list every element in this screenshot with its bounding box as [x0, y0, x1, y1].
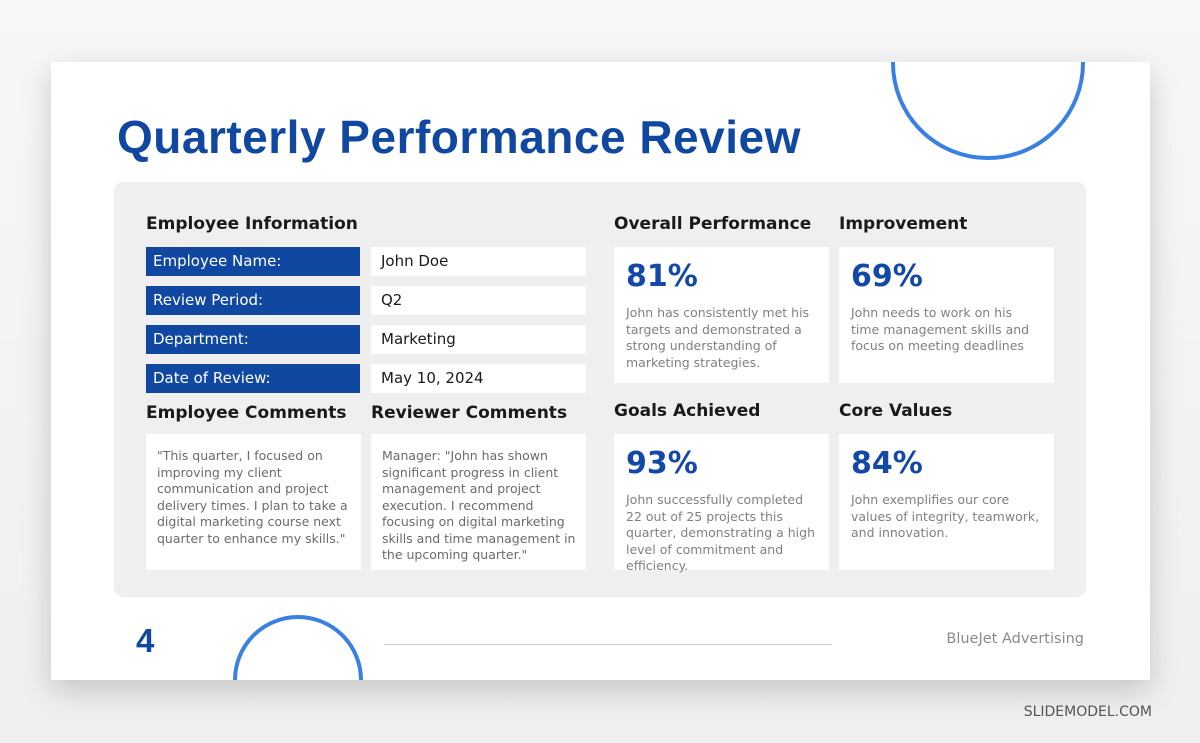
- improvement-card: 69% John needs to work on his time manag…: [839, 247, 1054, 383]
- review-date-label: Date of Review:: [146, 364, 360, 393]
- department-value: Marketing: [371, 325, 586, 354]
- slide: Quarterly Performance Review Employee In…: [51, 62, 1150, 680]
- content-panel: Employee Information Employee Name: John…: [114, 182, 1086, 597]
- decorative-circle-top: [891, 62, 1085, 160]
- decorative-circle-bottom: [233, 615, 363, 680]
- reviewer-comments-box: Manager: "John has shown significant pro…: [371, 434, 586, 570]
- employee-comments-text: "This quarter, I focused on improving my…: [157, 448, 348, 546]
- core-values-description: John exemplifies our core values of inte…: [851, 492, 1040, 540]
- core-values-value: 84%: [851, 446, 923, 481]
- department-label: Department:: [146, 325, 360, 354]
- slide-title: Quarterly Performance Review: [117, 111, 801, 163]
- review-date-value: May 10, 2024: [371, 364, 586, 393]
- review-period-label: Review Period:: [146, 286, 360, 315]
- overall-performance-card: 81% John has consistently met his target…: [614, 247, 829, 383]
- core-values-card: 84% John exemplifies our core values of …: [839, 434, 1054, 570]
- footer-divider: [384, 644, 832, 645]
- goals-achieved-value: 93%: [626, 446, 698, 481]
- core-values-heading: Core Values: [839, 401, 953, 421]
- goals-achieved-card: 93% John successfully completed 22 out o…: [614, 434, 829, 573]
- employee-comments-box: "This quarter, I focused on improving my…: [146, 434, 361, 570]
- overall-performance-description: John has consistently met his targets an…: [626, 305, 810, 370]
- review-period-value: Q2: [371, 286, 586, 315]
- improvement-description: John needs to work on his time managemen…: [851, 305, 1030, 353]
- goals-achieved-heading: Goals Achieved: [614, 401, 761, 421]
- employee-name-value: John Doe: [371, 247, 586, 276]
- improvement-heading: Improvement: [839, 214, 968, 234]
- overall-performance-heading: Overall Performance: [614, 214, 812, 234]
- company-name: BlueJet Advertising: [946, 631, 1084, 647]
- employee-name-label: Employee Name:: [146, 247, 360, 276]
- reviewer-comments-text: Manager: "John has shown significant pro…: [382, 448, 576, 562]
- employee-info-heading: Employee Information: [146, 214, 358, 234]
- improvement-value: 69%: [851, 259, 923, 294]
- goals-achieved-description: John successfully completed 22 out of 25…: [626, 492, 816, 573]
- watermark: SLIDEMODEL.COM: [1023, 704, 1152, 720]
- overall-performance-value: 81%: [626, 259, 698, 294]
- employee-comments-heading: Employee Comments: [146, 403, 347, 423]
- reviewer-comments-heading: Reviewer Comments: [371, 403, 568, 423]
- page-number: 4: [136, 622, 155, 659]
